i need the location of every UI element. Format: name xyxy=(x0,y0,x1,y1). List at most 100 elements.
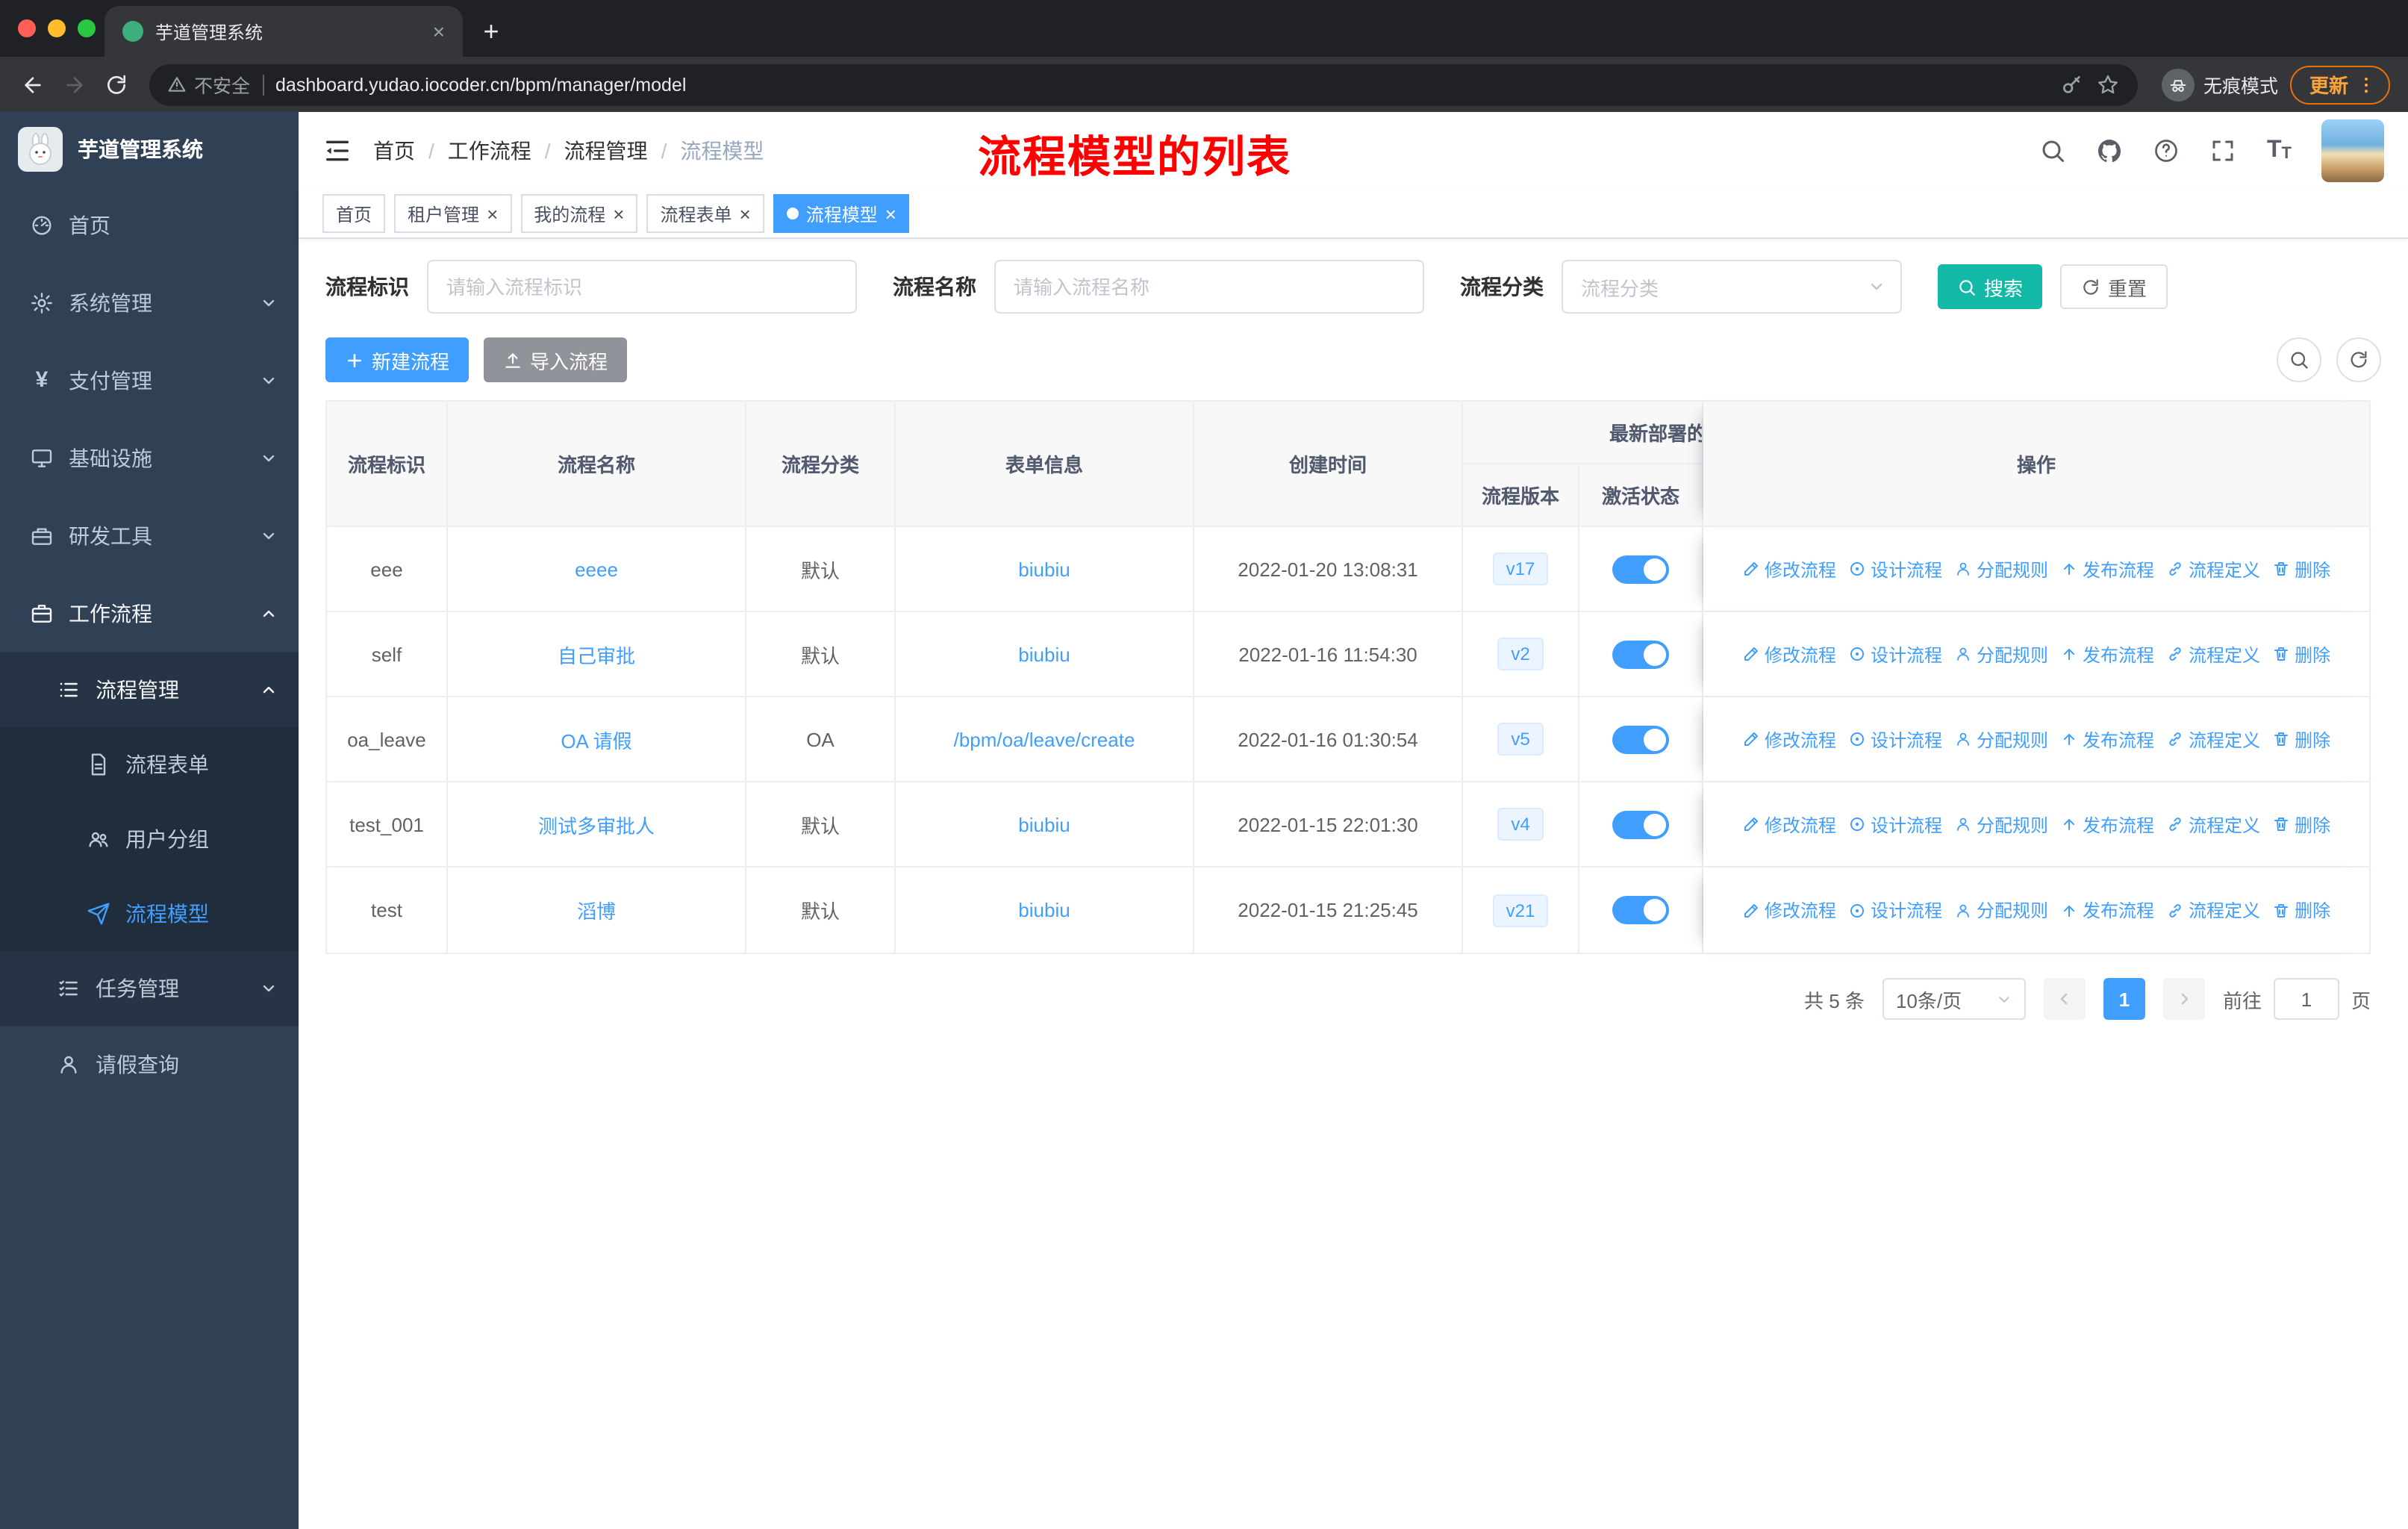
browser-update-button[interactable]: 更新 xyxy=(2289,65,2390,104)
process-definition-link[interactable]: 流程定义 xyxy=(2166,897,2260,923)
reset-button[interactable]: 重置 xyxy=(2060,264,2168,309)
sidebar-item-user-group[interactable]: 用户分组 xyxy=(0,802,299,876)
assign-rule-link[interactable]: 分配规则 xyxy=(1954,641,2048,667)
sidebar-item-devtools[interactable]: 研发工具 xyxy=(0,497,299,575)
sidebar-item-leave-query[interactable]: 请假查询 xyxy=(0,1026,299,1103)
create-process-button[interactable]: 新建流程 xyxy=(325,337,470,382)
reload-button[interactable] xyxy=(96,63,137,105)
page-size-select[interactable]: 10条/页 xyxy=(1882,978,2026,1020)
edit-process-link[interactable]: 修改流程 xyxy=(1742,726,1836,752)
publish-process-link[interactable]: 发布流程 xyxy=(2060,641,2154,667)
status-toggle[interactable] xyxy=(1612,640,1669,668)
form-info-link[interactable]: biubiu xyxy=(1018,558,1070,580)
process-definition-link[interactable]: 流程定义 xyxy=(2166,812,2260,837)
help-icon[interactable] xyxy=(2153,137,2180,164)
process-definition-link[interactable]: 流程定义 xyxy=(2166,726,2260,752)
process-category-select[interactable]: 流程分类 xyxy=(1562,260,1902,314)
sidebar-item-task-management[interactable]: 任务管理 xyxy=(0,951,299,1026)
process-name-link[interactable]: eeee xyxy=(575,558,618,580)
process-definition-link[interactable]: 流程定义 xyxy=(2166,641,2260,667)
delete-process-link[interactable]: 删除 xyxy=(2272,556,2330,582)
new-tab-button[interactable]: + xyxy=(472,12,511,51)
edit-process-link[interactable]: 修改流程 xyxy=(1742,641,1836,667)
status-toggle[interactable] xyxy=(1612,810,1669,838)
breadcrumb-item[interactable]: 流程管理 xyxy=(564,136,648,166)
assign-rule-link[interactable]: 分配规则 xyxy=(1954,812,2048,837)
tag-tenant[interactable]: 租户管理 × xyxy=(394,194,512,233)
show-search-button[interactable] xyxy=(2277,337,2321,382)
assign-rule-link[interactable]: 分配规则 xyxy=(1954,556,2048,582)
edit-process-link[interactable]: 修改流程 xyxy=(1742,556,1836,582)
form-info-link[interactable]: /bpm/oa/leave/create xyxy=(954,728,1135,750)
kebab-menu-icon[interactable] xyxy=(2356,74,2377,95)
browser-tab[interactable]: 芋道管理系统 × xyxy=(105,6,463,57)
tag-home[interactable]: 首页 xyxy=(322,194,386,233)
search-icon[interactable] xyxy=(2040,137,2067,164)
sidebar-item-process-management[interactable]: 流程管理 xyxy=(0,653,299,727)
sidebar-fold-icon[interactable] xyxy=(322,136,352,166)
publish-process-link[interactable]: 发布流程 xyxy=(2060,812,2154,837)
forward-button[interactable] xyxy=(54,63,96,105)
security-indicator[interactable]: 不安全 xyxy=(167,70,250,99)
close-icon[interactable]: × xyxy=(487,204,498,223)
process-name-link[interactable]: 测试多审批人 xyxy=(538,810,655,838)
publish-process-link[interactable]: 发布流程 xyxy=(2060,897,2154,923)
publish-process-link[interactable]: 发布流程 xyxy=(2060,556,2154,582)
version-badge[interactable]: v5 xyxy=(1497,723,1544,756)
app-logo[interactable]: 芋道管理系统 xyxy=(0,112,299,187)
status-toggle[interactable] xyxy=(1612,555,1669,583)
assign-rule-link[interactable]: 分配规则 xyxy=(1954,726,2048,752)
sidebar-item-process-form[interactable]: 流程表单 xyxy=(0,727,299,802)
design-process-link[interactable]: 设计流程 xyxy=(1848,641,1942,667)
process-name-input[interactable] xyxy=(994,260,1424,314)
tag-process-model-active[interactable]: 流程模型 × xyxy=(773,194,910,233)
breadcrumb-item[interactable]: 首页 xyxy=(373,136,415,166)
version-badge[interactable]: v2 xyxy=(1497,638,1544,670)
delete-process-link[interactable]: 删除 xyxy=(2272,897,2330,923)
edit-process-link[interactable]: 修改流程 xyxy=(1742,897,1836,923)
close-window-button[interactable] xyxy=(18,19,36,37)
tag-my-process[interactable]: 我的流程 × xyxy=(520,194,638,233)
form-info-link[interactable]: biubiu xyxy=(1018,643,1070,665)
font-size-icon[interactable]: TT xyxy=(2267,138,2292,163)
close-icon[interactable]: × xyxy=(885,204,896,223)
delete-process-link[interactable]: 删除 xyxy=(2272,812,2330,837)
tab-close-icon[interactable]: × xyxy=(433,21,445,42)
status-toggle[interactable] xyxy=(1612,725,1669,753)
process-definition-link[interactable]: 流程定义 xyxy=(2166,556,2260,582)
sidebar-item-infrastructure[interactable]: 基础设施 xyxy=(0,420,299,497)
prev-page-button[interactable] xyxy=(2043,978,2086,1020)
assign-rule-link[interactable]: 分配规则 xyxy=(1954,897,2048,923)
back-button[interactable] xyxy=(12,63,54,105)
goto-page-input[interactable] xyxy=(2273,978,2339,1020)
current-page-button[interactable]: 1 xyxy=(2103,978,2145,1020)
version-badge[interactable]: v21 xyxy=(1492,894,1549,927)
close-icon[interactable]: × xyxy=(613,204,624,223)
zoom-window-button[interactable] xyxy=(78,19,96,37)
delete-process-link[interactable]: 删除 xyxy=(2272,641,2330,667)
version-badge[interactable]: v17 xyxy=(1492,552,1549,585)
version-badge[interactable]: v4 xyxy=(1497,808,1544,841)
next-page-button[interactable] xyxy=(2162,978,2205,1020)
sidebar-item-process-model[interactable]: 流程模型 xyxy=(0,876,299,951)
design-process-link[interactable]: 设计流程 xyxy=(1848,726,1942,752)
close-icon[interactable]: × xyxy=(740,204,751,223)
address-bar[interactable]: 不安全 dashboard.yudao.iocoder.cn/bpm/manag… xyxy=(149,63,2138,105)
design-process-link[interactable]: 设计流程 xyxy=(1848,897,1942,923)
delete-process-link[interactable]: 删除 xyxy=(2272,726,2330,752)
form-info-link[interactable]: biubiu xyxy=(1018,813,1070,835)
sidebar-item-payment[interactable]: ¥ 支付管理 xyxy=(0,342,299,420)
fullscreen-icon[interactable] xyxy=(2210,137,2237,164)
user-avatar[interactable] xyxy=(2321,119,2384,182)
publish-process-link[interactable]: 发布流程 xyxy=(2060,726,2154,752)
process-name-link[interactable]: 自己审批 xyxy=(558,640,635,668)
status-toggle[interactable] xyxy=(1612,896,1669,924)
github-icon[interactable] xyxy=(2097,137,2124,164)
design-process-link[interactable]: 设计流程 xyxy=(1848,812,1942,837)
edit-process-link[interactable]: 修改流程 xyxy=(1742,812,1836,837)
breadcrumb-item[interactable]: 工作流程 xyxy=(448,136,531,166)
sidebar-item-home[interactable]: 首页 xyxy=(0,187,299,264)
bookmark-star-icon[interactable] xyxy=(2096,72,2120,96)
minimize-window-button[interactable] xyxy=(48,19,66,37)
sidebar-item-workflow[interactable]: 工作流程 xyxy=(0,575,299,653)
